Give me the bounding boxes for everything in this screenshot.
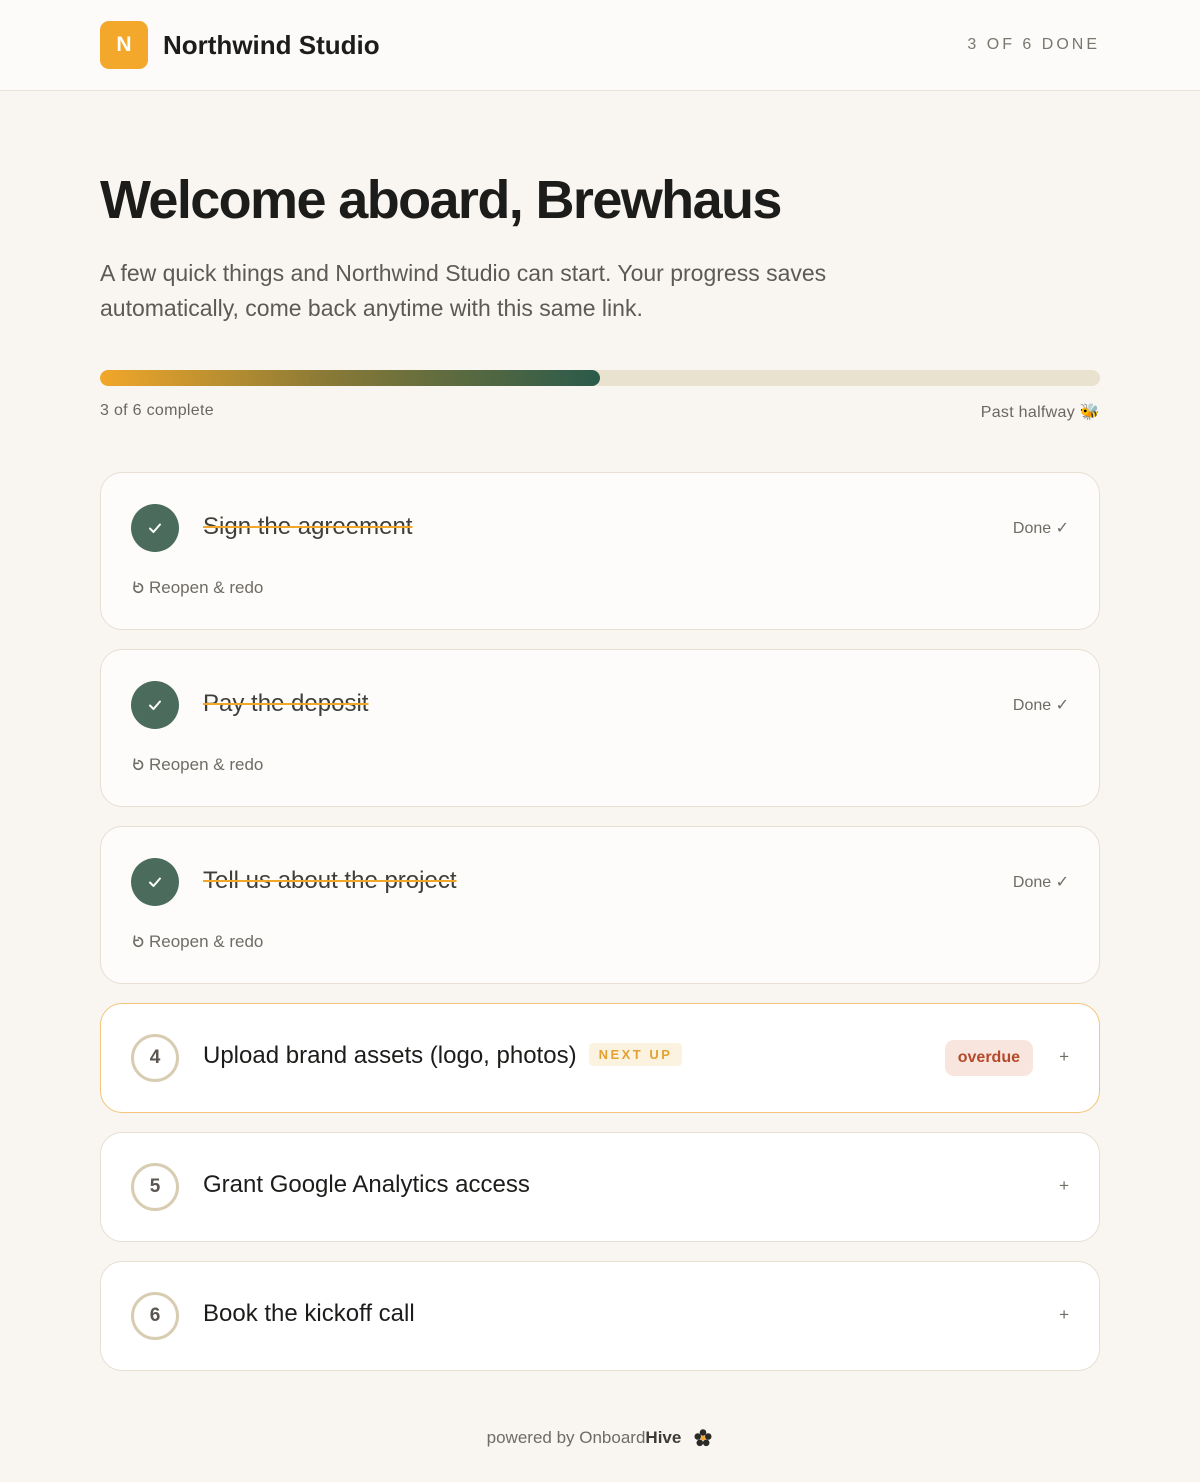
- task-title: Book the kickoff call: [203, 1300, 415, 1327]
- step-number: 6: [131, 1292, 179, 1340]
- footer: powered by OnboardHive: [0, 1428, 1200, 1448]
- page-title: Welcome aboard, Brewhaus: [100, 170, 782, 230]
- task-card-project-brief: Tell us about the project Done ✓ Reopen …: [100, 826, 1100, 984]
- overdue-badge: overdue: [944, 1040, 1033, 1076]
- task-card-sign-agreement: Sign the agreement Done ✓ Reopen & redo: [100, 472, 1100, 630]
- expand-plus-icon[interactable]: +: [1059, 1176, 1069, 1196]
- done-count: 3 OF 6 DONE: [967, 36, 1100, 53]
- expand-plus-icon[interactable]: +: [1059, 1305, 1069, 1325]
- expand-plus-icon[interactable]: +: [1059, 1047, 1069, 1067]
- reopen-button[interactable]: Reopen & redo: [131, 755, 263, 775]
- check-icon: [131, 504, 179, 552]
- reopen-button[interactable]: Reopen & redo: [131, 932, 263, 952]
- reopen-button[interactable]: Reopen & redo: [131, 578, 263, 598]
- progress-meta: 3 of 6 complete Past halfway 🐝: [100, 402, 1100, 422]
- step-number: 5: [131, 1163, 179, 1211]
- reopen-arrow-icon: [133, 935, 144, 948]
- footer-prefix: powered by Onboard: [486, 1428, 646, 1447]
- progress-fill: [100, 370, 600, 386]
- task-list: Sign the agreement Done ✓ Reopen & redo …: [100, 472, 1100, 1371]
- progress-label: 3 of 6 complete: [100, 402, 214, 419]
- brand-logo: N: [100, 21, 148, 69]
- step-number: 4: [131, 1034, 179, 1082]
- check-icon: [131, 681, 179, 729]
- task-status: Done ✓: [1012, 520, 1069, 537]
- intro-text: A few quick things and Northwind Studio …: [100, 260, 827, 321]
- task-card-pay-deposit: Pay the deposit Done ✓ Reopen & redo: [100, 649, 1100, 807]
- footer-brand: Hive: [645, 1428, 682, 1447]
- main-content: Welcome aboard, Brewhaus A few quick thi…: [0, 169, 1200, 1371]
- task-title: Tell us about the project: [203, 867, 457, 894]
- task-status: Done ✓: [1012, 697, 1069, 714]
- reopen-arrow-icon: [133, 758, 144, 771]
- task-title: Pay the deposit: [203, 690, 369, 717]
- progress-note: Past halfway 🐝: [980, 404, 1100, 421]
- check-icon: [131, 858, 179, 906]
- task-title: Sign the agreement: [203, 513, 413, 540]
- brand: N Northwind Studio: [100, 21, 380, 69]
- task-title-text: Upload brand assets (logo, photos): [203, 1042, 577, 1069]
- reopen-label: Reopen & redo: [149, 932, 264, 951]
- task-card-kickoff-call[interactable]: 6 Book the kickoff call +: [100, 1261, 1100, 1371]
- hive-logo-icon: [694, 1429, 712, 1447]
- task-title: Grant Google Analytics access: [203, 1171, 530, 1198]
- task-title: Upload brand assets (logo, photos) NEXT U…: [203, 1042, 683, 1070]
- task-card-upload-assets[interactable]: 4 Upload brand assets (logo, photos) NEXT…: [100, 1003, 1100, 1113]
- progress-bar: [100, 370, 1100, 386]
- top-bar: N Northwind Studio 3 OF 6 DONE: [0, 0, 1200, 91]
- reopen-label: Reopen & redo: [149, 755, 264, 774]
- task-card-analytics-access[interactable]: 5 Grant Google Analytics access +: [100, 1132, 1100, 1242]
- task-status: Done ✓: [1012, 874, 1069, 891]
- footer-text: powered by OnboardHive: [487, 1428, 682, 1448]
- brand-name: Northwind Studio: [163, 29, 380, 60]
- next-up-badge: NEXT UP: [588, 1043, 683, 1066]
- reopen-label: Reopen & redo: [149, 578, 264, 597]
- reopen-arrow-icon: [133, 581, 144, 594]
